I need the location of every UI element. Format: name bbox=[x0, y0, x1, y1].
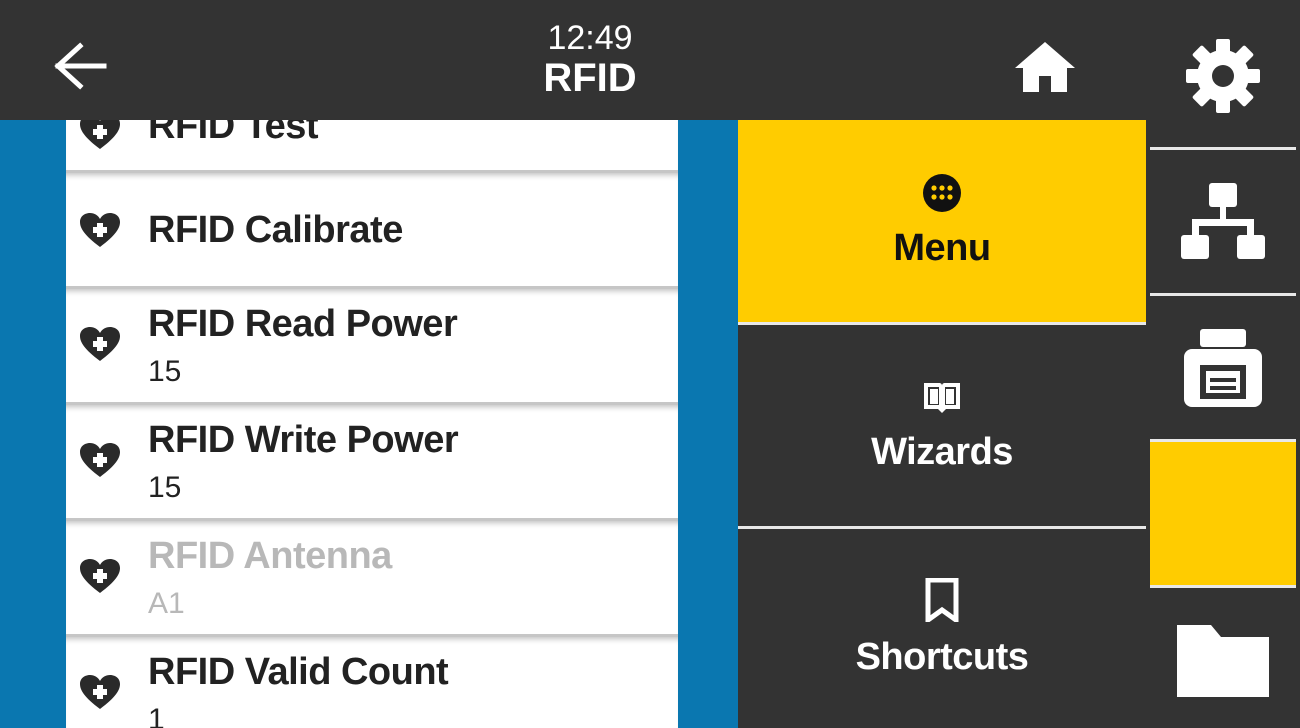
files-button[interactable] bbox=[1150, 588, 1296, 728]
favorite-heart-icon bbox=[80, 120, 120, 149]
favorite-heart-icon bbox=[80, 675, 120, 709]
list-item[interactable]: RFID Calibrate bbox=[66, 170, 678, 288]
clock: 12:49 bbox=[547, 19, 633, 57]
shortcuts-button[interactable]: Shortcuts bbox=[738, 529, 1146, 728]
printer-icon bbox=[1184, 328, 1262, 407]
bookmark-icon bbox=[925, 578, 959, 622]
favorite-heart-icon bbox=[80, 213, 120, 247]
header-title-block: 12:49 RFID bbox=[430, 20, 750, 100]
home-icon bbox=[1015, 42, 1075, 92]
list-item-label: RFID Antenna bbox=[148, 535, 392, 577]
home-button[interactable] bbox=[1010, 36, 1080, 96]
back-arrow-icon bbox=[54, 42, 107, 90]
list-item[interactable]: RFID Write Power 15 bbox=[66, 402, 678, 520]
list-item-label: RFID Valid Count bbox=[148, 651, 449, 693]
page-title: RFID bbox=[543, 56, 637, 100]
wizards-button[interactable]: Wizards bbox=[738, 325, 1146, 526]
list-item-value: 15 bbox=[148, 471, 182, 504]
list-item-label: RFID Calibrate bbox=[148, 209, 403, 251]
navigation-panel: Menu Wizards Shortcuts bbox=[738, 120, 1146, 728]
folder-icon bbox=[1177, 625, 1269, 697]
list-item[interactable]: RFID Valid Count 1 bbox=[66, 634, 678, 728]
favorite-heart-icon bbox=[80, 559, 120, 593]
gear-icon bbox=[1186, 38, 1260, 113]
list-item-value: 15 bbox=[148, 355, 182, 388]
list-item-label: RFID Write Power bbox=[148, 419, 459, 461]
menu-button[interactable]: Menu bbox=[738, 120, 1146, 322]
favorite-heart-icon bbox=[80, 443, 120, 477]
list-item[interactable]: RFID Read Power 15 bbox=[66, 286, 678, 404]
printer-button[interactable] bbox=[1150, 296, 1296, 439]
icon-rail bbox=[1146, 0, 1300, 728]
menu-label: Menu bbox=[893, 226, 991, 269]
back-button[interactable] bbox=[44, 30, 116, 102]
network-icon bbox=[1181, 182, 1265, 259]
top-bar: 12:49 RFID bbox=[0, 0, 1146, 120]
menu-grid-icon bbox=[923, 173, 961, 212]
settings-list[interactable]: RFID Test RFID Calibrate RFID Read Power… bbox=[66, 120, 678, 728]
list-item-label: RFID Test bbox=[148, 120, 319, 147]
list-item-label: RFID Read Power bbox=[148, 303, 458, 345]
wizards-label: Wizards bbox=[871, 431, 1013, 473]
list-item: RFID Antenna A1 bbox=[66, 518, 678, 636]
list-item-value: A1 bbox=[148, 587, 185, 620]
settings-list-area[interactable]: RFID Test RFID Calibrate RFID Read Power… bbox=[0, 120, 738, 728]
list-item[interactable]: RFID Test bbox=[66, 120, 678, 170]
shortcuts-label: Shortcuts bbox=[855, 636, 1029, 678]
list-item-value: 1 bbox=[148, 703, 165, 728]
rail-active-tab[interactable] bbox=[1150, 442, 1296, 585]
book-icon bbox=[924, 383, 960, 413]
favorite-heart-icon bbox=[80, 327, 120, 361]
network-button[interactable] bbox=[1150, 150, 1296, 293]
settings-button[interactable] bbox=[1150, 4, 1296, 147]
